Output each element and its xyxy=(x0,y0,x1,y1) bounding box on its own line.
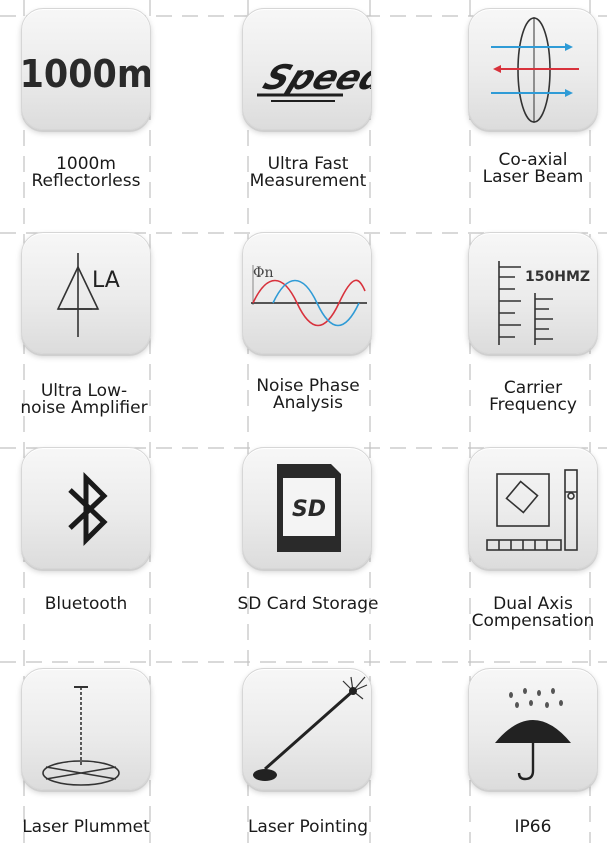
phase-wave-icon: Φn xyxy=(251,265,367,327)
label-phase: Noise Phase Analysis xyxy=(256,376,360,413)
label-reflectorless: 1000m Reflectorless xyxy=(31,154,141,191)
svg-text:1000m: 1000m xyxy=(22,52,151,97)
feature-tile-plummet xyxy=(21,668,151,790)
carrier-frequency-icon: 150HMZ xyxy=(498,261,590,345)
feature-tile-amplifier: LA xyxy=(21,232,151,354)
feature-tile-reflectorless: 1000m xyxy=(21,8,151,130)
laser-plummet-icon xyxy=(42,686,120,786)
ip66-rain-umbrella-icon xyxy=(495,688,571,781)
label-pointing: Laser Pointing xyxy=(247,817,369,837)
label-compensation: Dual Axis Compensation xyxy=(471,594,595,631)
feature-tile-phase: Φn xyxy=(242,232,372,354)
label-bluetooth: Bluetooth xyxy=(44,594,128,614)
feature-tile-compensation xyxy=(468,447,598,569)
label-plummet: Laser Plummet xyxy=(22,817,150,837)
feature-tile-carrier: 150HMZ xyxy=(468,232,598,354)
label-sdcard: SD Card Storage xyxy=(237,594,379,614)
laser-pointing-icon xyxy=(253,676,368,781)
label-coaxial: Co-axial Laser Beam xyxy=(482,150,584,187)
amplifier-icon: LA xyxy=(56,253,120,337)
feature-tile-pointing xyxy=(242,668,372,790)
svg-text:Φn: Φn xyxy=(253,265,274,281)
feature-tile-fast: Speed xyxy=(242,8,372,130)
coaxial-beam-icon xyxy=(491,17,579,123)
svg-text:SD: SD xyxy=(292,497,326,522)
label-amplifier: Ultra Low-noise Amplifier xyxy=(20,381,148,418)
dual-axis-compensation-icon xyxy=(486,469,578,551)
label-fast: Ultra Fast Measurement xyxy=(249,154,367,191)
bluetooth-icon xyxy=(68,471,108,547)
feature-tile-coaxial xyxy=(468,8,598,130)
label-carrier: Carrier Frequency xyxy=(489,378,577,415)
speed-icon: Speed xyxy=(257,58,372,102)
svg-text:LA: LA xyxy=(92,268,120,293)
svg-text:Speed: Speed xyxy=(258,58,372,97)
feature-tile-sdcard: SD xyxy=(242,447,372,569)
svg-text:150HMZ: 150HMZ xyxy=(525,269,590,285)
label-ip66: IP66 xyxy=(514,817,552,837)
feature-tile-bluetooth xyxy=(21,447,151,569)
range-1000m-icon: 1000m xyxy=(22,52,151,97)
sd-card-icon: SD xyxy=(277,464,341,552)
feature-tile-ip66 xyxy=(468,668,598,790)
